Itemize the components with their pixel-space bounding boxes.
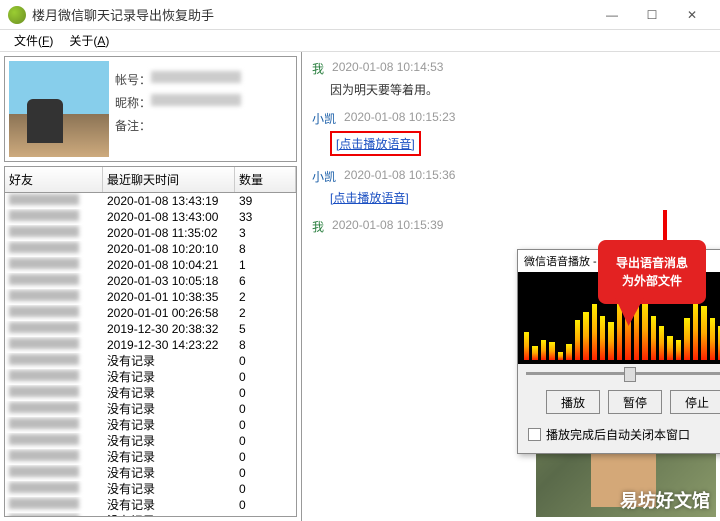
table-row[interactable]: 没有记录0	[5, 369, 296, 385]
account-label: 帐号：	[115, 71, 151, 88]
table-row[interactable]: 没有记录0	[5, 497, 296, 513]
nickname-value	[151, 94, 241, 106]
app-logo-icon	[8, 6, 26, 24]
menubar: 文件(F) 关于(A)	[0, 30, 720, 52]
auto-close-checkbox[interactable]	[528, 428, 541, 441]
table-row[interactable]: 2020-01-03 10:05:186	[5, 273, 296, 289]
friend-list-header: 好友 最近聊天时间 数量	[5, 167, 296, 193]
table-row[interactable]: 2020-01-08 10:20:108	[5, 241, 296, 257]
callout-line2: 为外部文件	[616, 272, 688, 290]
table-row[interactable]: 没有记录0	[5, 465, 296, 481]
profile-box: 帐号： 昵称： 备注：	[4, 56, 297, 162]
close-button[interactable]: ✕	[672, 1, 712, 29]
friend-list: 好友 最近聊天时间 数量 2020-01-08 13:43:19392020-0…	[4, 166, 297, 517]
sender-name: 我	[312, 218, 324, 235]
titlebar: 楼月微信聊天记录导出恢复助手 — ☐ ✕	[0, 0, 720, 30]
nickname-label: 昵称：	[115, 94, 151, 111]
message-time: 2020-01-08 10:14:53	[332, 60, 443, 77]
minimize-button[interactable]: —	[592, 1, 632, 29]
table-row[interactable]: 2019-12-30 20:38:325	[5, 321, 296, 337]
menu-about[interactable]: 关于(A)	[61, 30, 117, 51]
message-body: 因为明天要等着用。	[312, 77, 710, 102]
left-pane: 帐号： 昵称： 备注： 好友 最近聊天时间 数量 2020-01-08 13:4…	[0, 52, 302, 521]
table-row[interactable]: 没有记录0	[5, 433, 296, 449]
voice-play-link[interactable]: [点击播放语音]	[330, 191, 409, 205]
avatar	[9, 61, 109, 157]
table-row[interactable]: 没有记录0	[5, 513, 296, 517]
message-time: 2020-01-08 10:15:23	[344, 110, 455, 127]
callout-bubble: 导出语音消息 为外部文件	[598, 240, 706, 304]
voice-play-link[interactable]: [点击播放语音]	[336, 137, 415, 151]
table-row[interactable]: 没有记录0	[5, 481, 296, 497]
table-row[interactable]: 没有记录0	[5, 417, 296, 433]
chat-message: 小凯 2020-01-08 10:15:36 [点击播放语音]	[312, 168, 710, 210]
table-row[interactable]: 没有记录0	[5, 353, 296, 369]
watermark: 易坊好文馆	[620, 487, 710, 513]
account-value	[151, 71, 241, 83]
col-friend[interactable]: 好友	[5, 167, 103, 192]
chat-pane: 我 2020-01-08 10:14:53因为明天要等着用。小凯 2020-01-0…	[302, 52, 720, 521]
maximize-button[interactable]: ☐	[632, 1, 672, 29]
sender-name: 小凯	[312, 110, 336, 127]
table-row[interactable]: 2020-01-01 10:38:352	[5, 289, 296, 305]
table-row[interactable]: 2020-01-08 13:43:1939	[5, 193, 296, 209]
app-title: 楼月微信聊天记录导出恢复助手	[32, 5, 592, 24]
sender-name: 我	[312, 60, 324, 77]
table-row[interactable]: 2020-01-08 13:43:0033	[5, 209, 296, 225]
message-time: 2020-01-08 10:15:36	[344, 168, 455, 185]
chat-message: 小凯 2020-01-08 10:15:23 [点击播放语音]	[312, 110, 710, 160]
play-button[interactable]: 播放	[546, 390, 600, 414]
window-buttons: — ☐ ✕	[592, 1, 712, 29]
progress-slider[interactable]	[518, 364, 720, 382]
stop-button[interactable]: 停止	[670, 390, 720, 414]
table-row[interactable]: 2020-01-08 11:35:023	[5, 225, 296, 241]
table-row[interactable]: 没有记录0	[5, 401, 296, 417]
table-row[interactable]: 2019-12-30 14:23:228	[5, 337, 296, 353]
auto-close-label: 播放完成后自动关闭本窗口	[546, 426, 690, 443]
chat-message: 我 2020-01-08 10:14:53因为明天要等着用。	[312, 60, 710, 102]
table-row[interactable]: 没有记录0	[5, 385, 296, 401]
message-time: 2020-01-08 10:15:39	[332, 218, 443, 235]
table-row[interactable]: 2020-01-08 10:04:211	[5, 257, 296, 273]
sender-name: 小凯	[312, 168, 336, 185]
memo-label: 备注：	[115, 117, 151, 134]
callout-line1: 导出语音消息	[616, 254, 688, 272]
table-row[interactable]: 没有记录0	[5, 449, 296, 465]
table-row[interactable]: 2020-01-01 00:26:582	[5, 305, 296, 321]
pause-button[interactable]: 暂停	[608, 390, 662, 414]
col-count[interactable]: 数量	[235, 167, 296, 192]
col-time[interactable]: 最近聊天时间	[103, 167, 235, 192]
menu-file[interactable]: 文件(F)	[6, 30, 61, 51]
